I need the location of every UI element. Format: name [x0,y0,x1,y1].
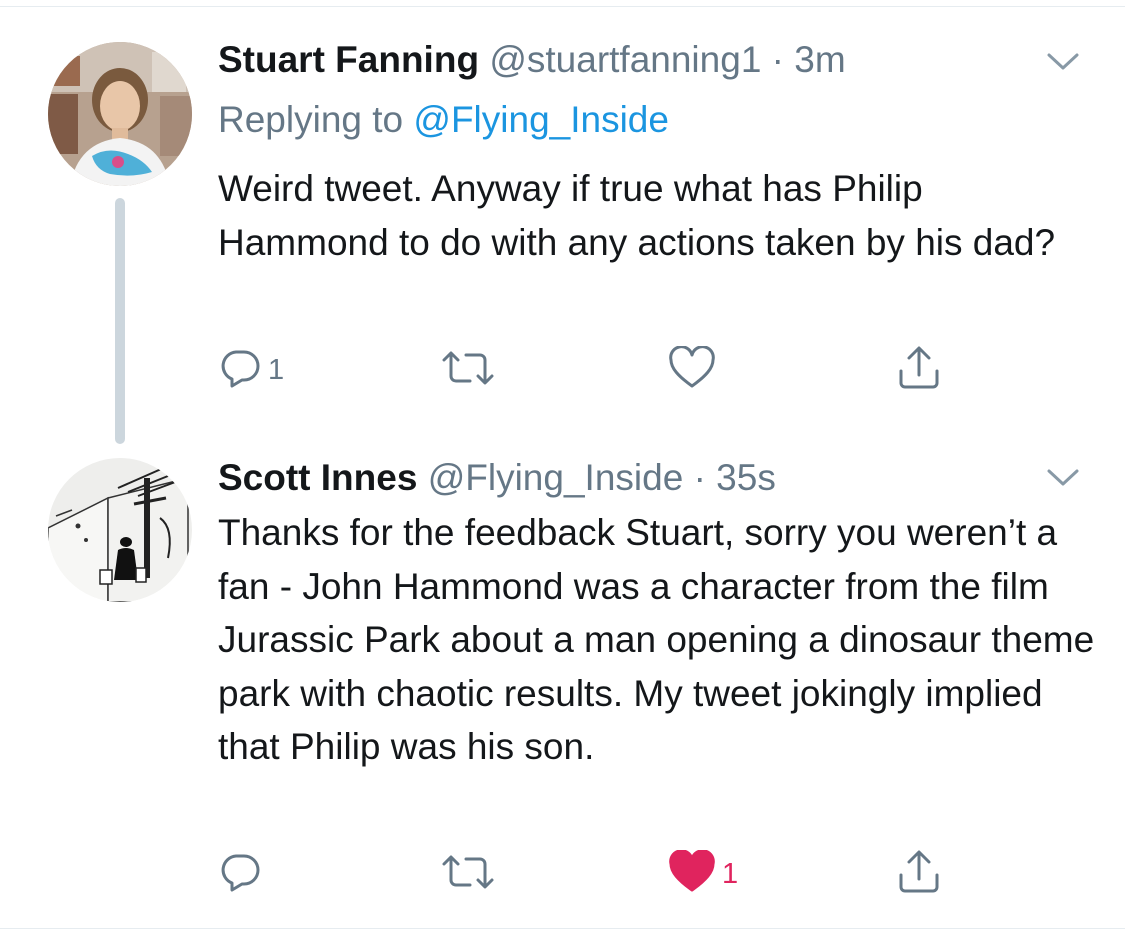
thread-line [115,198,125,444]
chevron-down-icon[interactable] [1045,50,1081,74]
retweet-icon [440,850,496,899]
share-icon [895,849,943,900]
author-handle[interactable]: @Flying_Inside [428,457,684,498]
share-button[interactable] [895,844,943,904]
separator: · [693,457,706,498]
heart-icon [668,344,716,395]
tweet-stuart-fanning[interactable]: Stuart Fanning @stuartfanning1 · 3m Repl… [0,0,1125,444]
chevron-down-icon[interactable] [1045,466,1081,490]
bottom-divider [0,928,1125,929]
tweet-text: Weird tweet. Anyway if true what has Phi… [218,168,1056,263]
avatar[interactable] [48,458,192,602]
reply-button[interactable]: 1 [218,340,284,400]
replying-to: Replying to @Flying_Inside [218,98,669,142]
share-button[interactable] [895,340,943,400]
share-icon [895,345,943,396]
reply-icon [218,850,262,899]
avatar[interactable] [48,42,192,186]
tweet-actions: 1 [0,340,1125,400]
retweet-button[interactable] [440,340,496,400]
like-button[interactable] [668,340,722,400]
tweet-text: Thanks for the feedback Stuart, sorry yo… [218,512,1095,767]
author-name[interactable]: Stuart Fanning [218,39,479,80]
author-name[interactable]: Scott Innes [218,457,417,498]
reply-icon [218,346,262,395]
tweet-actions: 1 [0,844,1125,904]
reply-button[interactable] [218,844,268,904]
heart-icon [668,848,716,899]
replying-to-link[interactable]: @Flying_Inside [413,99,669,140]
retweet-button[interactable] [440,844,496,904]
like-count: 1 [722,857,739,890]
tweet-header: Scott Innes @Flying_Inside · 35s [218,456,776,500]
like-button[interactable]: 1 [668,844,738,904]
author-handle[interactable]: @stuartfanning1 [489,39,761,80]
separator: · [771,39,784,80]
timestamp[interactable]: 35s [716,457,776,498]
timestamp[interactable]: 3m [794,39,845,80]
retweet-icon [440,346,496,395]
tweet-header: Stuart Fanning @stuartfanning1 · 3m [218,38,846,82]
tweet-scott-innes[interactable]: Scott Innes @Flying_Inside · 35s Thanks … [0,440,1125,930]
replying-prefix: Replying to [218,99,404,140]
reply-count: 1 [268,353,285,386]
